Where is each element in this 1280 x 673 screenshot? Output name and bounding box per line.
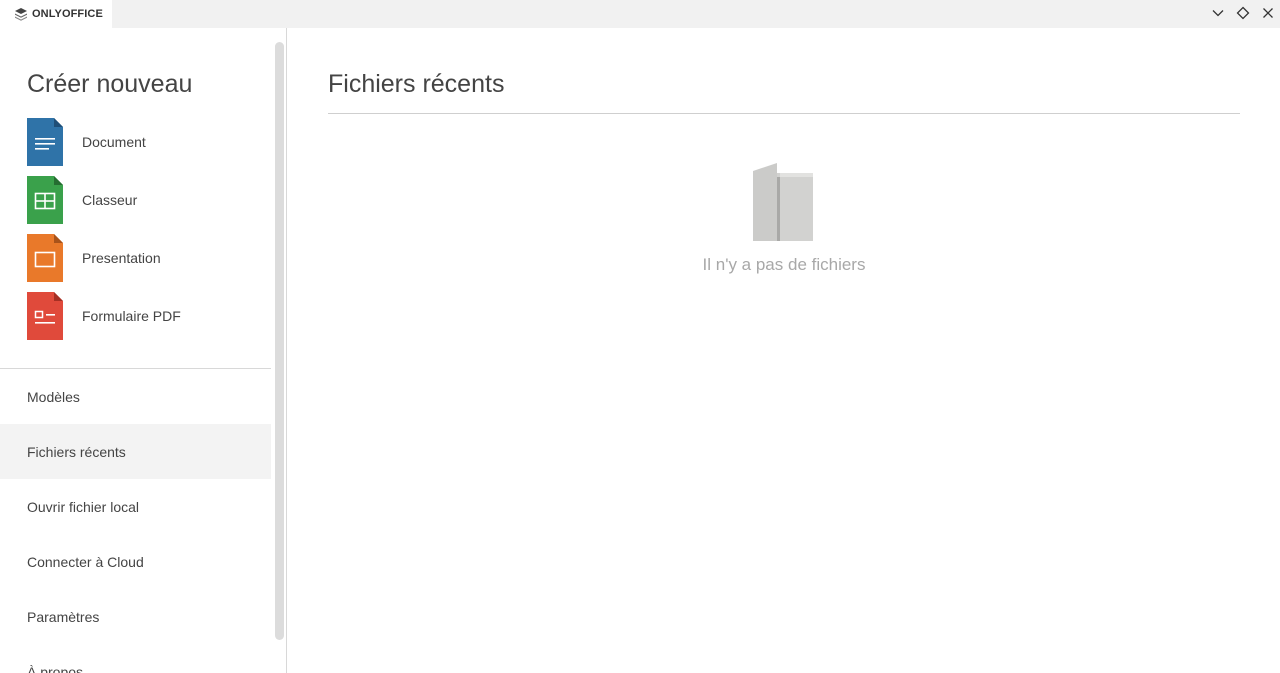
- create-presentation-button[interactable]: Presentation: [27, 234, 257, 282]
- create-document-button[interactable]: Document: [27, 118, 257, 166]
- app-name: ONLYOFFICE: [32, 8, 103, 20]
- page-title: Fichiers récents: [328, 70, 505, 98]
- empty-state-text: Il n'y a pas de fichiers: [702, 255, 866, 274]
- title-bar: ONLYOFFICE: [0, 0, 1280, 28]
- sidebar-item-connect-cloud[interactable]: Connecter à Cloud: [0, 534, 271, 589]
- create-document-label: Document: [82, 134, 146, 150]
- create-presentation-label: Presentation: [82, 250, 161, 266]
- onlyoffice-logo-icon: [15, 8, 27, 21]
- main-panel: Fichiers récents Il n'y a pas de fichier…: [288, 28, 1280, 673]
- restore-button[interactable]: [1233, 4, 1253, 22]
- close-button[interactable]: [1258, 4, 1278, 22]
- spreadsheet-icon: [27, 176, 63, 224]
- sidebar-item-about[interactable]: À propos: [0, 644, 271, 673]
- empty-folder-icon: [753, 163, 813, 241]
- create-pdf-form-label: Formulaire PDF: [82, 308, 181, 324]
- pdf-form-icon: [27, 292, 63, 340]
- create-pdf-form-button[interactable]: Formulaire PDF: [27, 292, 257, 340]
- create-spreadsheet-label: Classeur: [82, 192, 138, 208]
- title-divider: [328, 113, 1240, 114]
- minimize-button[interactable]: [1208, 4, 1228, 22]
- create-new-title: Créer nouveau: [27, 70, 193, 98]
- close-icon: [1263, 8, 1273, 18]
- sidebar: Créer nouveau Document Classeur Presenta…: [0, 28, 287, 673]
- minimize-icon: [1212, 10, 1224, 17]
- sidebar-item-settings[interactable]: Paramètres: [0, 589, 271, 644]
- sidebar-item-open-local-file[interactable]: Ouvrir fichier local: [0, 479, 271, 534]
- create-spreadsheet-button[interactable]: Classeur: [27, 176, 257, 224]
- presentation-icon: [27, 234, 63, 282]
- sidebar-scrollbar[interactable]: [275, 42, 284, 640]
- document-icon: [27, 118, 63, 166]
- sidebar-item-recent-files[interactable]: Fichiers récents: [0, 424, 271, 479]
- sidebar-item-templates[interactable]: Modèles: [0, 369, 271, 424]
- restore-icon: [1236, 6, 1250, 20]
- app-tab[interactable]: ONLYOFFICE: [0, 0, 112, 28]
